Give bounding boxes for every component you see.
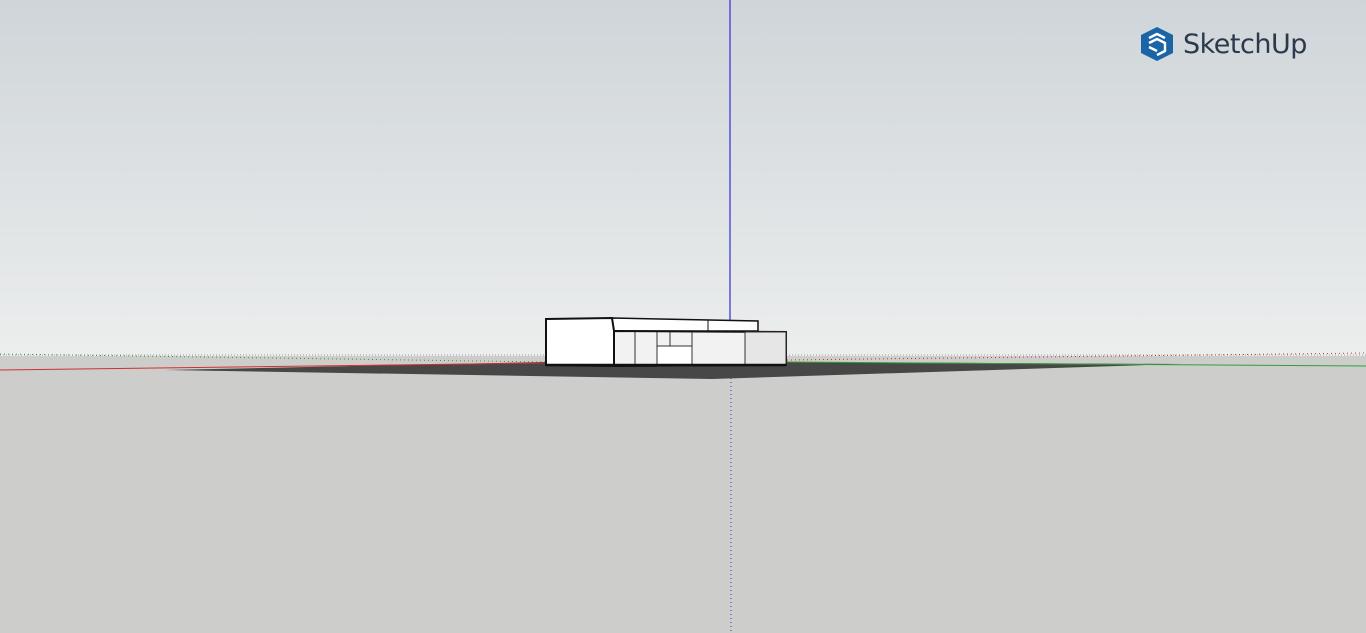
model-scene[interactable] <box>0 0 1366 633</box>
red-axis-dotted <box>786 352 1366 361</box>
building-model[interactable] <box>545 316 787 368</box>
brand-name: SketchUp <box>1183 28 1307 60</box>
sketchup-logo: SketchUp <box>1140 24 1307 64</box>
sketchup-logo-icon <box>1141 27 1173 61</box>
modeling-viewport[interactable]: SketchUp <box>0 0 1366 633</box>
